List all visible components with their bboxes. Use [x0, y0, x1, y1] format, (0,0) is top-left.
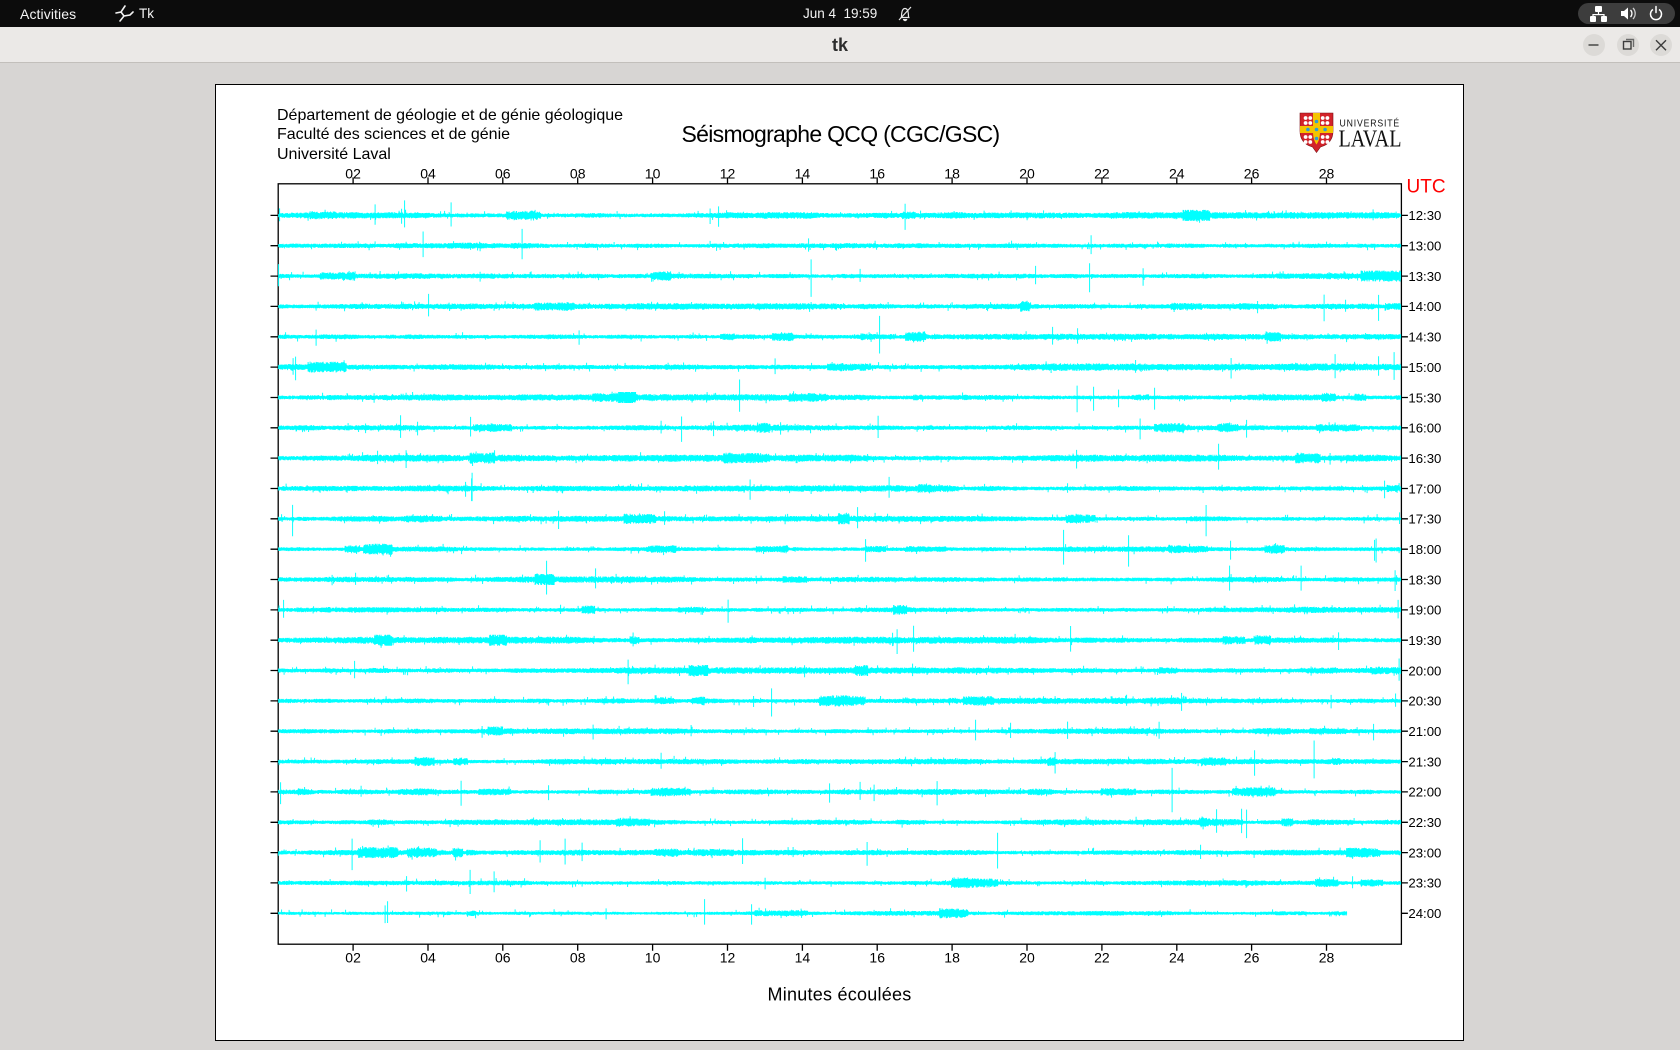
svg-text:24:00: 24:00 — [1408, 906, 1441, 921]
svg-text:20: 20 — [1019, 950, 1035, 966]
svg-text:19:00: 19:00 — [1408, 603, 1441, 618]
svg-text:14:00: 14:00 — [1408, 299, 1441, 314]
svg-text:22: 22 — [1094, 165, 1110, 181]
svg-text:21:30: 21:30 — [1408, 754, 1441, 769]
svg-text:18: 18 — [944, 165, 960, 181]
svg-text:28: 28 — [1319, 165, 1335, 181]
svg-text:12: 12 — [720, 950, 736, 966]
svg-text:15:00: 15:00 — [1408, 360, 1441, 375]
svg-text:02: 02 — [345, 165, 361, 181]
svg-text:18:00: 18:00 — [1408, 542, 1441, 557]
svg-text:14:30: 14:30 — [1408, 330, 1441, 345]
svg-text:18:30: 18:30 — [1408, 572, 1441, 587]
svg-text:02: 02 — [345, 950, 361, 966]
svg-text:21:00: 21:00 — [1408, 724, 1441, 739]
svg-text:28: 28 — [1319, 950, 1335, 966]
svg-text:06: 06 — [495, 165, 511, 181]
svg-text:Minutes écoulées: Minutes écoulées — [767, 985, 911, 1005]
svg-text:14: 14 — [795, 950, 811, 966]
svg-text:26: 26 — [1244, 950, 1260, 966]
svg-text:22:30: 22:30 — [1408, 815, 1441, 830]
svg-text:04: 04 — [420, 950, 436, 966]
svg-text:13:30: 13:30 — [1408, 269, 1441, 284]
svg-text:20:30: 20:30 — [1408, 694, 1441, 709]
svg-text:LAVAL: LAVAL — [1339, 126, 1402, 153]
svg-text:13:00: 13:00 — [1408, 239, 1441, 254]
svg-text:10: 10 — [645, 165, 661, 181]
svg-text:20:00: 20:00 — [1408, 663, 1441, 678]
svg-text:19:30: 19:30 — [1408, 633, 1441, 648]
svg-text:08: 08 — [570, 165, 586, 181]
svg-text:16:00: 16:00 — [1408, 421, 1441, 436]
svg-text:04: 04 — [420, 165, 436, 181]
svg-text:10: 10 — [645, 950, 661, 966]
svg-text:08: 08 — [570, 950, 586, 966]
svg-text:22:00: 22:00 — [1408, 785, 1441, 800]
svg-text:06: 06 — [495, 950, 511, 966]
svg-text:17:00: 17:00 — [1408, 481, 1441, 496]
svg-text:17:30: 17:30 — [1408, 512, 1441, 527]
svg-text:20: 20 — [1019, 165, 1035, 181]
svg-text:12:30: 12:30 — [1408, 208, 1441, 223]
svg-text:14: 14 — [795, 165, 811, 181]
svg-text:12: 12 — [720, 165, 736, 181]
svg-text:16: 16 — [869, 950, 885, 966]
svg-text:22: 22 — [1094, 950, 1110, 966]
svg-text:24: 24 — [1169, 165, 1185, 181]
svg-text:23:30: 23:30 — [1408, 876, 1441, 891]
svg-text:15:30: 15:30 — [1408, 390, 1441, 405]
svg-text:24: 24 — [1169, 950, 1185, 966]
svg-text:16:30: 16:30 — [1408, 451, 1441, 466]
svg-text:26: 26 — [1244, 165, 1260, 181]
svg-text:UTC: UTC — [1407, 177, 1446, 198]
svg-text:18: 18 — [944, 950, 960, 966]
svg-text:16: 16 — [869, 165, 885, 181]
svg-text:23:00: 23:00 — [1408, 845, 1441, 860]
